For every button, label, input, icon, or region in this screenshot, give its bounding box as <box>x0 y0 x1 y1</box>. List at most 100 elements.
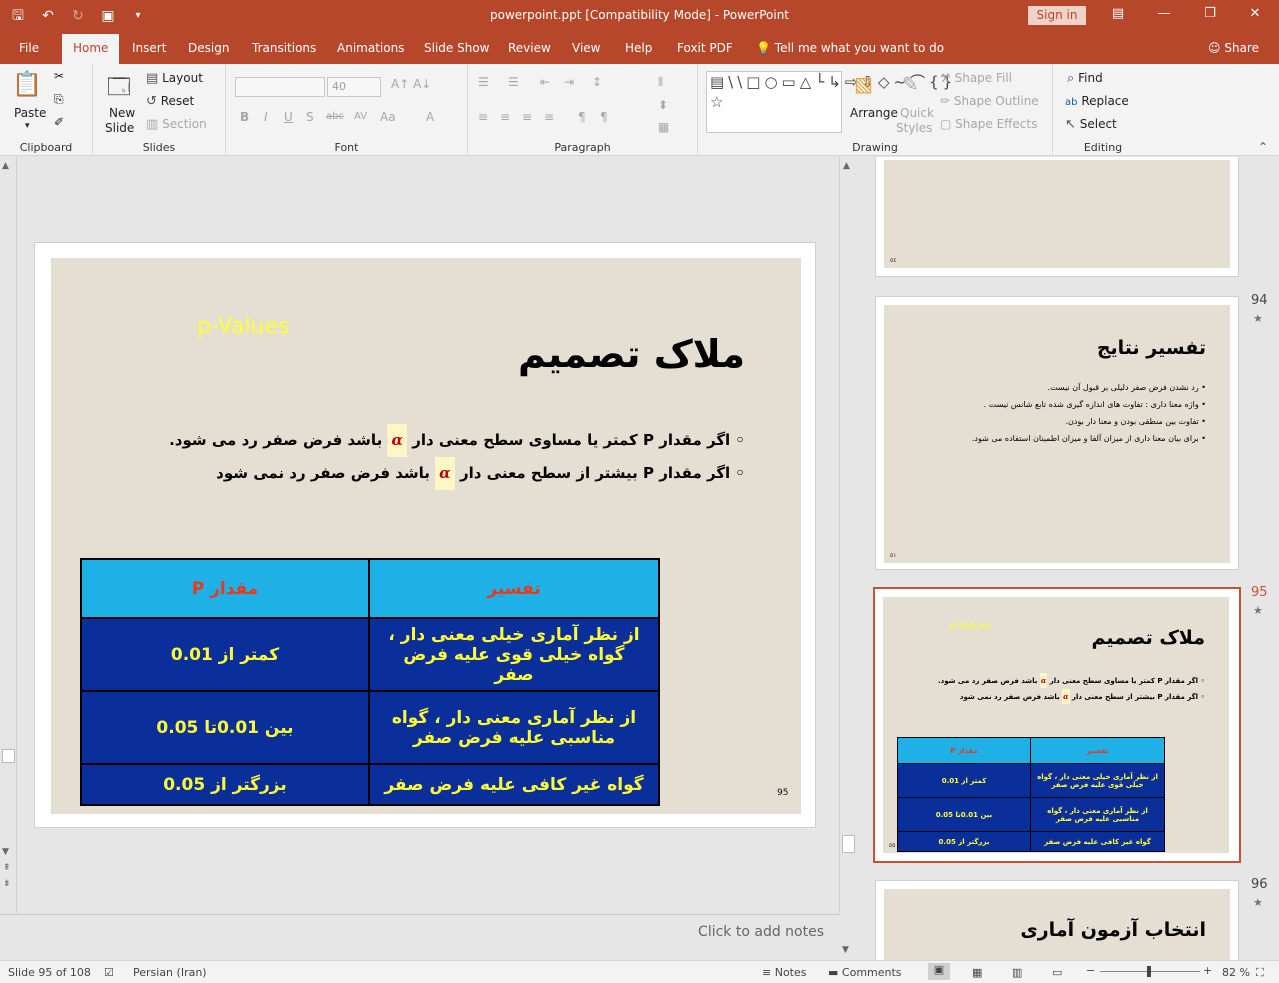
copy-icon[interactable]: ⎘ <box>54 92 64 107</box>
shape-outline-button[interactable]: ✏ Shape Outline <box>940 94 1039 108</box>
slide-indicator[interactable]: Slide 95 of 108 <box>8 966 91 979</box>
notes-button[interactable]: ≡ Notes <box>762 966 807 979</box>
bullets-icon[interactable]: ☰ <box>478 75 489 89</box>
paste-button[interactable]: Paste <box>14 106 46 120</box>
slide-sorter-icon[interactable]: ▦ <box>972 966 982 979</box>
slide-show-icon[interactable]: ▭ <box>1052 966 1062 979</box>
tab-animations[interactable]: Animations <box>337 41 404 55</box>
notes-scroll-down-icon[interactable]: ▼ <box>842 945 849 955</box>
pvalues-label[interactable]: p-Values <box>197 314 290 339</box>
text-direction-icon[interactable]: ⫴ <box>658 75 663 90</box>
prev-slide-icon[interactable]: ⇞ <box>3 863 11 873</box>
new-slide-label-2[interactable]: Slide <box>105 121 134 135</box>
left-scrollbar[interactable]: ▲ ▼ ⇞ ⇟ <box>0 157 17 913</box>
ltr-icon[interactable]: ¶ <box>578 110 586 124</box>
font-size-box[interactable]: 40 <box>327 77 381 97</box>
align-text-icon[interactable]: ⬍ <box>658 98 668 112</box>
reset-button[interactable]: ↺ Reset <box>146 94 194 109</box>
restore-icon[interactable]: ❐ <box>1200 6 1220 21</box>
rtl-icon[interactable]: ¶ <box>600 110 608 124</box>
numbering-icon[interactable]: ☰ <box>508 75 519 89</box>
tab-home[interactable]: Home <box>62 34 120 64</box>
zoom-in-button[interactable]: + <box>1203 964 1212 977</box>
smartart-icon[interactable]: ▦ <box>658 120 669 134</box>
shadow-icon[interactable]: S <box>306 110 314 124</box>
share-button[interactable]: ☺ Share <box>1208 41 1259 55</box>
editor-scrollbar[interactable]: ▲ <box>839 157 856 913</box>
bold-icon[interactable]: B <box>240 110 249 124</box>
select-button[interactable]: ↖ Select <box>1065 117 1117 132</box>
comments-button[interactable]: ▬ Comments <box>828 966 902 979</box>
tab-foxit-pdf[interactable]: Foxit PDF <box>677 41 733 55</box>
new-slide-icon[interactable]: 🗔 <box>107 70 131 108</box>
align-center-icon[interactable]: ≡ <box>500 110 510 124</box>
tab-design[interactable]: Design <box>188 41 229 55</box>
tab-review[interactable]: Review <box>508 41 551 55</box>
editor-scroll-thumb[interactable] <box>842 835 855 853</box>
decrease-indent-icon[interactable]: ⇤ <box>540 75 550 89</box>
notes-pane[interactable]: Click to add notes ▼ <box>0 915 849 960</box>
shapes-gallery[interactable]: ▤\\□○▭△└↳⇨⇩◇~⌒{}☆ <box>706 71 952 133</box>
tab-file[interactable]: File <box>19 41 39 55</box>
scroll-up-icon[interactable]: ▲ <box>2 161 9 171</box>
quick-styles-icon[interactable]: ✎ <box>902 72 919 96</box>
layout-button[interactable]: ▤ Layout <box>146 71 203 86</box>
arrange-icon[interactable]: ▧ <box>854 72 873 96</box>
increase-indent-icon[interactable]: ⇥ <box>564 75 574 89</box>
zoom-out-button[interactable]: − <box>1086 964 1095 977</box>
collapse-ribbon-icon[interactable]: ⌃ <box>1258 140 1268 154</box>
cut-icon[interactable]: ✂ <box>54 69 64 83</box>
shape-fill-button[interactable]: ⚒ Shape Fill <box>940 71 1012 85</box>
font-name-box[interactable] <box>235 77 325 97</box>
change-case-icon[interactable]: Aa <box>380 110 396 124</box>
current-slide[interactable]: p-Values ملاک تصمیم ◦ اگر مقدار P کمتر ی… <box>51 258 801 814</box>
zoom-level[interactable]: 82 % <box>1222 966 1250 979</box>
thumbnail-95[interactable]: p-Values ملاک تصمیم ◦ اگر مقدار P کمتر ی… <box>873 587 1241 863</box>
tab-view[interactable]: View <box>572 41 600 55</box>
slide-bullets[interactable]: ◦ اگر مقدار P کمتر یا مساوی سطح معنی دار… <box>169 424 745 490</box>
next-slide-icon[interactable]: ⇟ <box>3 879 11 889</box>
reading-view-icon[interactable]: ▥ <box>1012 966 1022 979</box>
tab-transitions[interactable]: Transitions <box>252 41 316 55</box>
normal-view-icon[interactable]: ▣ <box>928 963 950 980</box>
tab-slide-show[interactable]: Slide Show <box>424 41 489 55</box>
format-painter-icon[interactable]: ✐ <box>54 115 64 129</box>
pvalue-table[interactable]: تفسیر مقدار P از نظر آماری خیلی معنی دار… <box>80 558 660 806</box>
quick-styles-label-1[interactable]: Quick <box>900 106 934 120</box>
strikethrough-icon[interactable]: abc <box>326 111 344 122</box>
grow-shrink-font-icons[interactable]: A↑ A↓ <box>391 77 431 91</box>
thumbnail-96[interactable]: انتخاب آزمون آماری <box>875 880 1239 960</box>
italic-icon[interactable]: I <box>264 110 268 124</box>
minimize-icon[interactable]: — <box>1154 6 1174 21</box>
language-indicator[interactable]: Persian (Iran) <box>133 966 207 979</box>
underline-icon[interactable]: U <box>284 110 293 124</box>
zoom-slider-handle[interactable] <box>1147 966 1151 977</box>
slide-title[interactable]: ملاک تصمیم <box>518 332 745 376</box>
close-icon[interactable]: ✕ <box>1245 6 1265 21</box>
quick-styles-label-2[interactable]: Styles <box>896 121 932 135</box>
paste-icon[interactable]: 📋 <box>12 70 42 98</box>
replace-button[interactable]: ab Replace <box>1065 94 1129 108</box>
fit-to-window-icon[interactable]: ⛶ <box>1256 966 1264 980</box>
font-color-icon[interactable]: A <box>426 110 434 124</box>
sign-in-button[interactable]: Sign in <box>1028 6 1086 25</box>
align-right-icon[interactable]: ≡ <box>522 110 532 124</box>
arrange-button[interactable]: Arrange <box>850 106 898 120</box>
editor-scroll-up-icon[interactable]: ▲ <box>843 161 850 171</box>
tab-help[interactable]: Help <box>625 41 652 55</box>
tab-insert[interactable]: Insert <box>132 41 166 55</box>
slide-canvas[interactable]: p-Values ملاک تصمیم ◦ اگر مقدار P کمتر ی… <box>34 242 816 828</box>
paste-dropdown-icon[interactable]: ▾ <box>25 121 30 131</box>
justify-icon[interactable]: ≡ <box>544 110 554 124</box>
section-button[interactable]: ▥ Section <box>146 117 207 132</box>
scroll-thumb[interactable] <box>2 749 15 763</box>
new-slide-label-1[interactable]: New <box>109 106 135 120</box>
spell-check-icon[interactable]: ☑ <box>104 966 114 979</box>
thumbnail-prev[interactable]: ٥٤ <box>875 157 1239 277</box>
ribbon-display-options-icon[interactable]: ▤ <box>1108 6 1128 21</box>
thumbnail-94[interactable]: تفسیر نتایج • رد نشدن فرض صفر دلیلی بر ق… <box>875 296 1239 570</box>
char-spacing-icon[interactable]: AV <box>354 111 367 122</box>
align-left-icon[interactable]: ≡ <box>478 110 488 124</box>
line-spacing-icon[interactable]: ↕ <box>592 75 602 89</box>
thumbnail-pane[interactable]: ٥٤ 94 ★ تفسیر نتایج • رد نشدن فرض صفر دل… <box>857 157 1279 960</box>
